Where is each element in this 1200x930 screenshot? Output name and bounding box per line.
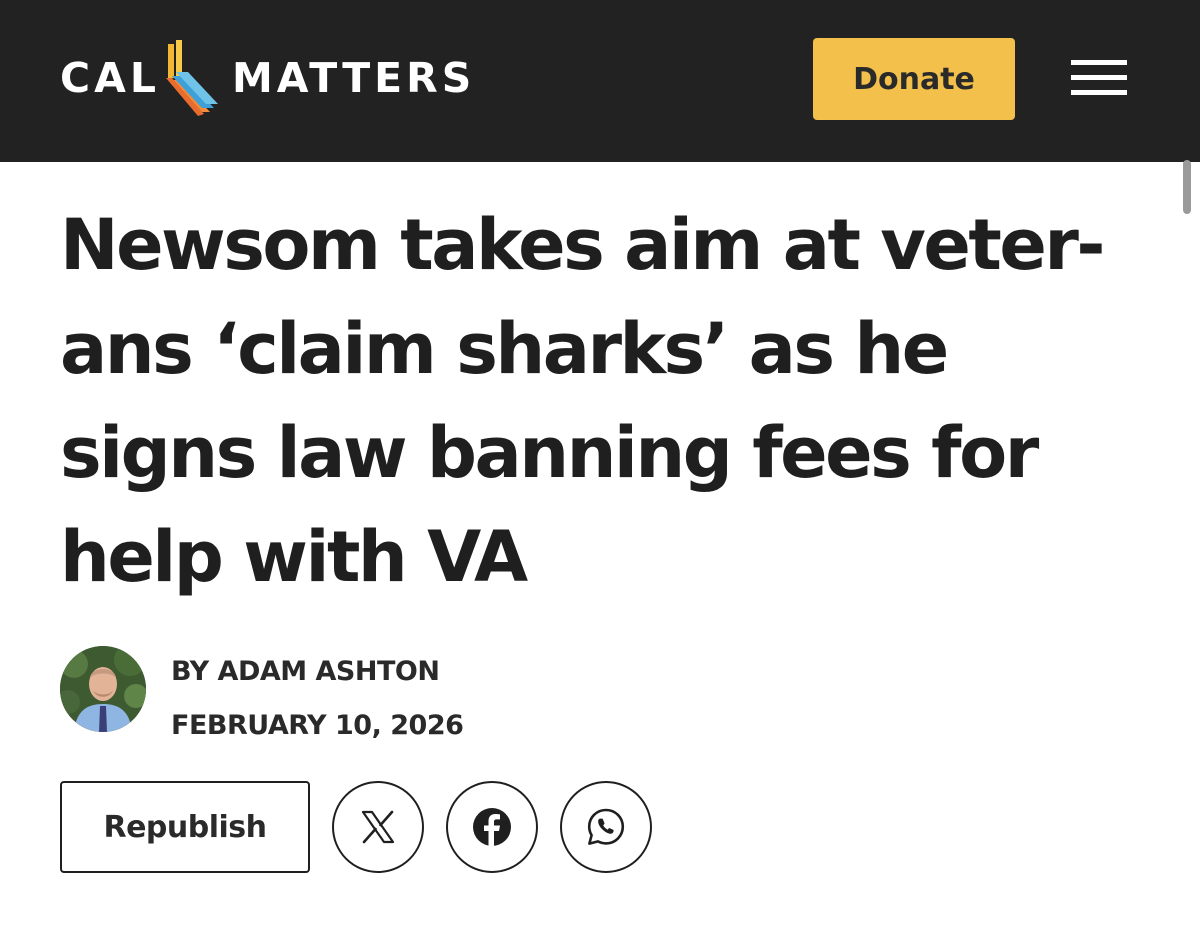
author-photo <box>60 646 146 732</box>
facebook-icon <box>473 808 511 847</box>
headline-line: ans ‘claim sharks’ as he <box>60 308 949 390</box>
headline-line: signs law banning fees for <box>60 412 1039 494</box>
headline-line: help with VA <box>60 516 528 598</box>
donate-button[interactable]: Donate <box>813 38 1015 120</box>
publish-date: FEBRUARY 10, 2026 <box>171 710 464 741</box>
scrollbar-thumb[interactable] <box>1183 160 1191 214</box>
republish-button[interactable]: Republish <box>60 781 310 873</box>
x-logo-icon <box>361 810 395 844</box>
share-facebook-button[interactable] <box>446 781 538 873</box>
share-x-button[interactable] <box>332 781 424 873</box>
calmatters-logo[interactable]: CAL MATTERS <box>60 38 475 118</box>
california-state-logo-icon <box>165 40 218 116</box>
article-headline: Newsom takes aim at veter- ans ‘claim sh… <box>60 193 1160 609</box>
logo-text-matters: MATTERS <box>231 53 476 102</box>
site-header: CAL MATTERS Donate <box>0 0 1200 162</box>
logo-text-cal: CAL <box>60 53 160 102</box>
whatsapp-icon <box>587 808 625 845</box>
hamburger-menu-icon[interactable] <box>1071 60 1127 96</box>
share-whatsapp-button[interactable] <box>560 781 652 873</box>
author-byline[interactable]: BY ADAM ASHTON <box>171 656 440 687</box>
author-avatar[interactable] <box>60 646 146 732</box>
headline-line: Newsom takes aim at veter- <box>60 204 1105 286</box>
